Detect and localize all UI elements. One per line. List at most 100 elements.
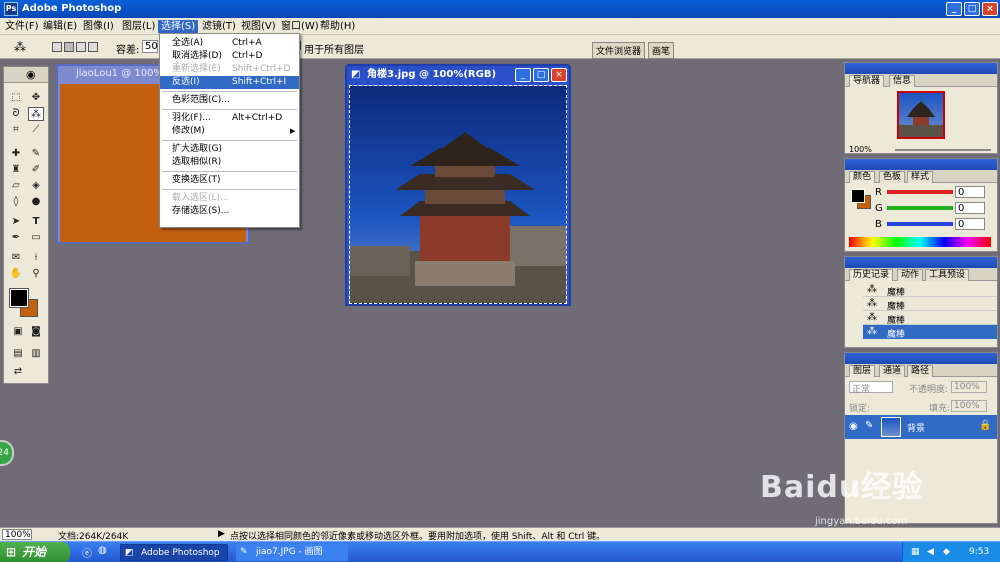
subtract-selection-icon[interactable] xyxy=(76,42,86,52)
select-menu-item[interactable]: 修改(M) ▶ xyxy=(160,125,299,138)
zoom-icon[interactable]: ⚲ xyxy=(28,267,44,281)
brush-icon[interactable]: ✎ xyxy=(28,147,44,161)
quicklaunch-ie-icon[interactable]: ⓔ xyxy=(82,545,92,560)
doc-maximize-button[interactable]: □ xyxy=(533,68,549,82)
dodge-icon[interactable]: ● xyxy=(28,195,44,209)
tab-swatches[interactable]: 色板 xyxy=(879,171,906,183)
tab-actions[interactable]: 动作 xyxy=(897,269,924,281)
close-button[interactable]: × xyxy=(982,2,998,16)
tab-layers[interactable]: 图层 xyxy=(849,365,876,377)
document-window-jiaolou3[interactable]: ◩ 角楼3.jpg @ 100%(RGB) _ □ × xyxy=(345,64,571,306)
path-select-icon[interactable]: ➤ xyxy=(8,215,24,229)
new-selection-icon[interactable] xyxy=(52,42,62,52)
foreground-color-swatch[interactable] xyxy=(9,288,29,308)
security-icon[interactable]: ◆ xyxy=(943,542,950,562)
menu-window[interactable]: 窗口(W) xyxy=(278,20,322,33)
tab-file-browser[interactable]: 文件浏览器 xyxy=(592,42,646,59)
status-zoom[interactable]: 100% xyxy=(2,529,32,540)
fill-input[interactable]: 100% xyxy=(951,400,987,412)
menu-help[interactable]: 帮助(H) xyxy=(317,20,358,33)
menu-select[interactable]: 选择(S) xyxy=(158,20,199,33)
blur-icon[interactable]: ◊ xyxy=(8,195,24,209)
history-item[interactable]: ⁂ 魔棒 xyxy=(863,311,997,326)
clone-stamp-icon[interactable]: ♜ xyxy=(8,163,24,177)
tolerance-input[interactable]: 50 xyxy=(142,40,158,53)
menu-layer[interactable]: 图层(L) xyxy=(119,20,158,33)
task-photoshop[interactable]: ◩ Adobe Photoshop xyxy=(120,544,228,561)
slice-icon[interactable]: ⟋ xyxy=(28,123,44,137)
maximize-button[interactable]: □ xyxy=(964,2,980,16)
intersect-selection-icon[interactable] xyxy=(88,42,98,52)
crop-icon[interactable]: ⌗ xyxy=(8,123,24,137)
fullscreen-mode-icon[interactable]: ▥ xyxy=(28,347,44,361)
tab-tool-presets[interactable]: 工具预设 xyxy=(925,269,970,281)
channel-g-slider[interactable] xyxy=(887,206,953,210)
select-menu-item[interactable]: 变换选区(T) xyxy=(160,174,299,187)
quick-mask-icon[interactable]: ◙ xyxy=(28,325,44,339)
screen-mode-icon[interactable]: ▤ xyxy=(10,347,26,361)
type-icon[interactable]: T xyxy=(28,215,44,229)
add-selection-icon[interactable] xyxy=(64,42,74,52)
tab-styles[interactable]: 样式 xyxy=(907,171,934,183)
eraser-icon[interactable]: ▱ xyxy=(8,179,24,193)
paint-bucket-icon[interactable]: ◈ xyxy=(28,179,44,193)
channel-r-input[interactable]: 0 xyxy=(955,186,985,198)
select-menu-item[interactable]: 全选(A) Ctrl+A xyxy=(160,37,299,50)
minimize-button[interactable]: _ xyxy=(946,2,962,16)
select-menu-item[interactable]: 扩大选取(G) xyxy=(160,143,299,156)
standard-mode-icon[interactable]: ▣ xyxy=(10,325,26,339)
select-menu-item[interactable]: 取消选择(D) Ctrl+D xyxy=(160,50,299,63)
side-badge[interactable]: 24 xyxy=(0,440,14,466)
shape-icon[interactable]: ▭ xyxy=(28,231,44,245)
tab-color[interactable]: 颜色 xyxy=(849,171,876,183)
tab-history[interactable]: 历史记录 xyxy=(849,269,894,281)
navigator-zoom-slider[interactable] xyxy=(895,149,991,151)
hand-icon[interactable]: ✋ xyxy=(8,267,24,281)
menu-view[interactable]: 视图(V) xyxy=(238,20,279,33)
doc-minimize-button[interactable]: _ xyxy=(515,68,531,82)
lasso-icon[interactable]: ᘐ xyxy=(8,107,24,121)
notes-icon[interactable]: ✉ xyxy=(8,251,24,265)
opacity-input[interactable]: 100% xyxy=(951,381,987,393)
tab-paths[interactable]: 路径 xyxy=(907,365,934,377)
menu-filter[interactable]: 滤镜(T) xyxy=(199,20,239,33)
tab-channels[interactable]: 通道 xyxy=(879,365,906,377)
select-menu-item[interactable]: 存储选区(S)... xyxy=(160,205,299,218)
history-brush-icon[interactable]: ✐ xyxy=(28,163,44,177)
status-arrow-icon[interactable]: ▶ xyxy=(218,529,225,539)
tab-navigator[interactable]: 导航器 xyxy=(849,75,885,87)
eye-icon[interactable]: ◉ xyxy=(849,421,858,432)
brush-link-icon[interactable]: ✎ xyxy=(865,420,873,431)
jump-to-imageready-icon[interactable]: ⇄ xyxy=(10,365,26,379)
volume-icon[interactable]: ◀ xyxy=(927,542,934,562)
color-foreground-swatch[interactable] xyxy=(851,189,865,203)
network-icon[interactable]: ▦ xyxy=(911,542,920,562)
layer-row-background[interactable]: ◉ ✎ 背景 🔒 xyxy=(845,415,997,439)
pen-icon[interactable]: ✒ xyxy=(8,231,24,245)
select-menu-item[interactable]: 反选(I) Shift+Ctrl+I xyxy=(160,76,299,89)
channel-g-input[interactable]: 0 xyxy=(955,202,985,214)
document-canvas[interactable] xyxy=(349,85,567,304)
menu-file[interactable]: 文件(F) xyxy=(2,20,42,33)
menu-image[interactable]: 图像(I) xyxy=(80,20,117,33)
menu-edit[interactable]: 编辑(E) xyxy=(40,20,80,33)
doc-close-button[interactable]: × xyxy=(551,68,567,82)
start-button[interactable]: ⊞ 开始 xyxy=(0,542,70,562)
healing-brush-icon[interactable]: ✚ xyxy=(8,147,24,161)
history-item[interactable]: ⁂ 魔棒 xyxy=(863,283,997,298)
color-spectrum-bar[interactable] xyxy=(849,237,991,247)
quicklaunch-desktop-icon[interactable]: ◍ xyxy=(98,545,107,556)
marquee-icon[interactable]: ⬚ xyxy=(8,91,24,105)
channel-b-slider[interactable] xyxy=(887,222,953,226)
tab-info[interactable]: 信息 xyxy=(889,75,916,87)
eyedropper-icon[interactable]: ⟊ xyxy=(28,251,44,265)
channel-r-slider[interactable] xyxy=(887,190,953,194)
navigator-zoom[interactable]: 100% xyxy=(849,145,872,154)
history-item[interactable]: ⁂ 魔棒 xyxy=(863,297,997,312)
navigator-thumbnail[interactable] xyxy=(897,91,945,139)
select-menu-item[interactable]: 羽化(F)... Alt+Ctrl+D xyxy=(160,112,299,125)
select-menu-item[interactable]: 选取相似(R) xyxy=(160,156,299,169)
tab-brushes[interactable]: 画笔 xyxy=(648,42,675,59)
select-menu-item[interactable]: 色彩范围(C)... xyxy=(160,94,299,107)
task-paint[interactable]: ✎ jiao7.JPG - 画图 xyxy=(236,544,348,561)
